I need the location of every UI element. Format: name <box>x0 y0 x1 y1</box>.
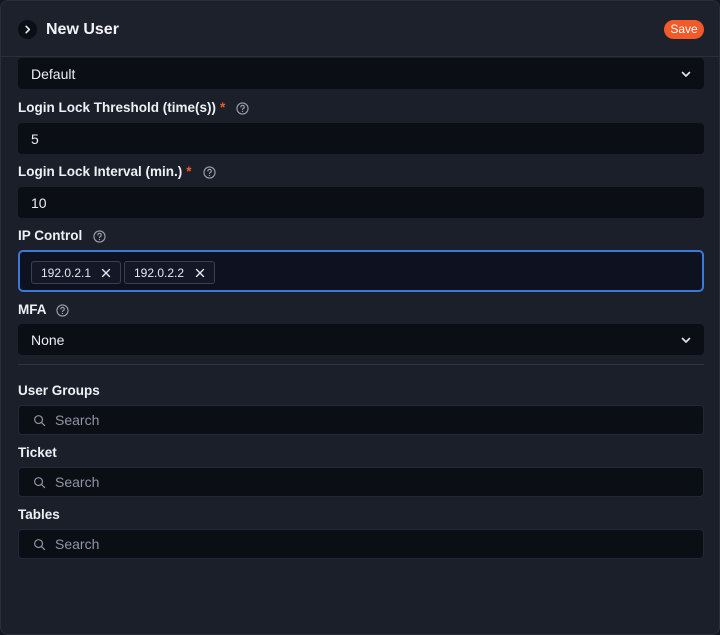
login-lock-threshold-label-text: Login Lock Threshold (time(s)) <box>18 100 216 115</box>
ip-control-tag-input[interactable]: 192.0.2.1 192.0.2.2 <box>18 250 704 292</box>
required-mark: * <box>186 164 192 179</box>
login-lock-interval-value: 10 <box>31 194 47 211</box>
ip-control-label-text: IP Control <box>18 228 83 243</box>
search-icon <box>34 539 46 551</box>
ticket-label-text: Ticket <box>18 445 57 460</box>
login-lock-threshold-value: 5 <box>31 130 39 147</box>
save-button[interactable]: Save <box>664 20 704 39</box>
help-circle-icon[interactable] <box>236 101 249 115</box>
login-lock-interval-label: Login Lock Interval (min.) * <box>18 164 216 180</box>
help-circle-icon[interactable] <box>55 303 69 317</box>
login-lock-interval-input[interactable]: 10 <box>18 187 704 218</box>
user-groups-search-input[interactable] <box>55 406 685 434</box>
ip-tag: 192.0.2.2 <box>124 261 215 284</box>
page-title: New User <box>46 21 119 38</box>
close-icon[interactable] <box>101 268 111 278</box>
mfa-select[interactable]: None <box>18 324 704 355</box>
role-select-value: Default <box>31 65 76 82</box>
ip-tag: 192.0.2.1 <box>31 261 121 284</box>
tables-label-text: Tables <box>18 507 60 522</box>
user-groups-label: User Groups <box>18 383 100 399</box>
role-select[interactable]: Default <box>18 58 704 89</box>
help-circle-icon[interactable] <box>93 229 106 243</box>
mfa-label-text: MFA <box>18 302 47 317</box>
ip-tag-label: 192.0.2.2 <box>134 265 185 280</box>
ticket-search-input[interactable] <box>55 468 685 496</box>
new-user-panel: New User Save Default Login Lock Thresho… <box>0 0 720 635</box>
mfa-select-value: None <box>31 331 65 348</box>
search-icon <box>34 477 46 489</box>
panel-header: New User Save <box>1 1 719 57</box>
ticket-label: Ticket <box>18 445 57 461</box>
chevron-down-icon <box>681 71 691 77</box>
help-circle-icon[interactable] <box>202 165 216 179</box>
mfa-label: MFA <box>18 302 69 318</box>
login-lock-interval-label-text: Login Lock Interval (min.) <box>18 164 183 179</box>
required-mark: * <box>220 100 226 115</box>
tables-search <box>18 529 704 559</box>
section-divider <box>18 364 704 365</box>
chevron-right-icon <box>25 25 31 34</box>
search-icon <box>34 415 46 427</box>
expand-button[interactable] <box>18 20 37 39</box>
tables-label: Tables <box>18 507 60 523</box>
login-lock-threshold-input[interactable]: 5 <box>18 123 704 154</box>
ip-tag-label: 192.0.2.1 <box>41 265 92 280</box>
user-groups-search <box>18 405 704 435</box>
close-icon[interactable] <box>195 268 205 278</box>
tables-search-input[interactable] <box>55 530 685 558</box>
ip-control-label: IP Control <box>18 228 106 244</box>
chevron-down-icon <box>681 337 691 343</box>
login-lock-threshold-label: Login Lock Threshold (time(s)) * <box>18 100 249 116</box>
ticket-search <box>18 467 704 497</box>
user-groups-label-text: User Groups <box>18 383 100 398</box>
